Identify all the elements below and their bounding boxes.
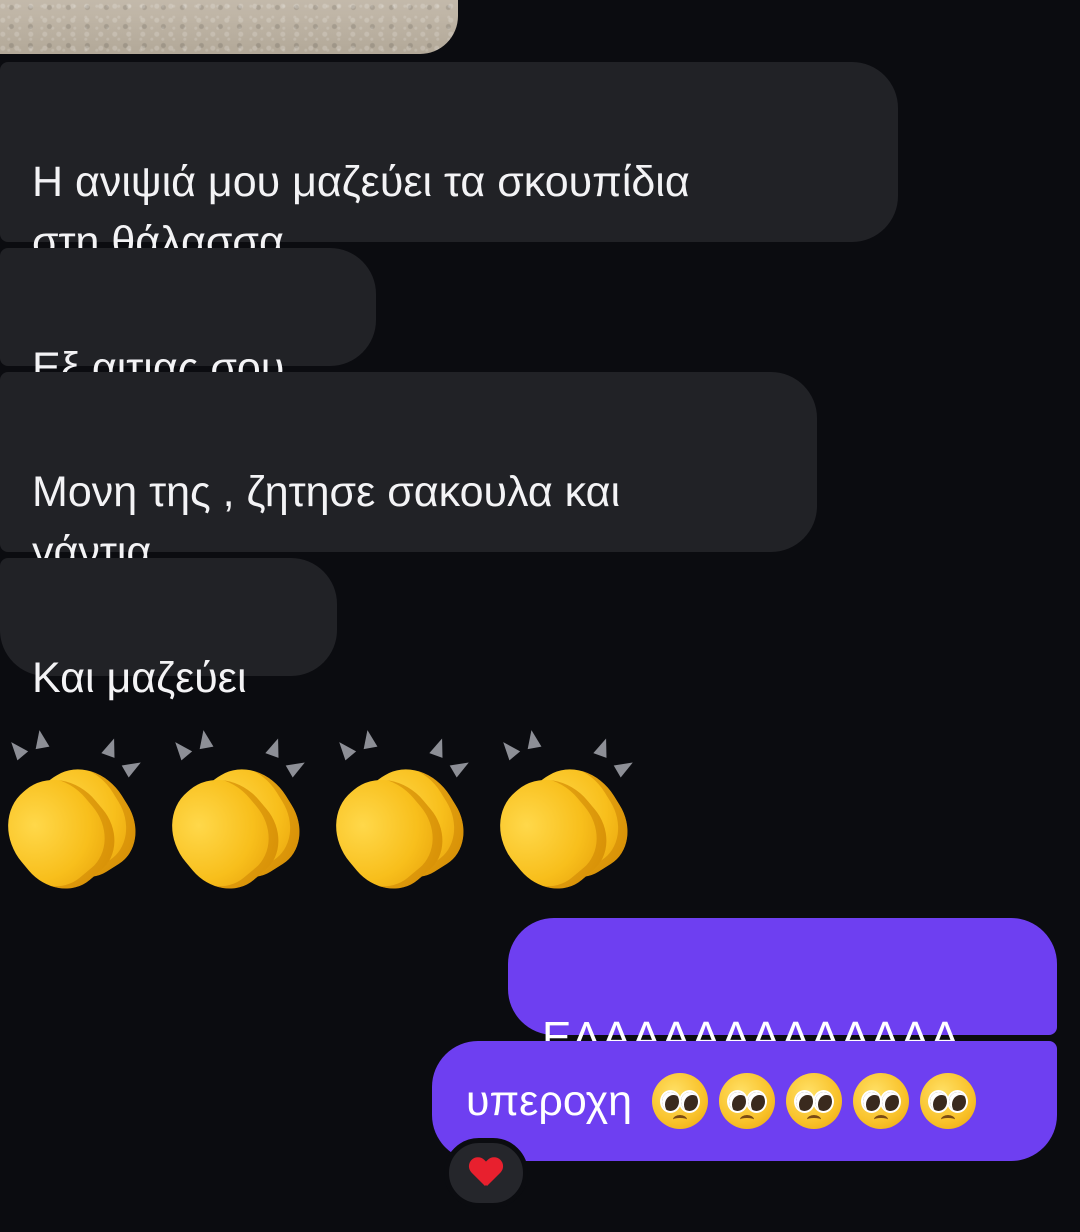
clapping-hands-icon <box>0 720 152 906</box>
pleading-face-icon <box>652 1073 709 1129</box>
received-message-bubble[interactable]: Εξ αιτιας σου <box>0 248 376 392</box>
received-message-bubble[interactable]: Μονη της , ζητησε σακουλα και γάντια <box>0 372 817 576</box>
sent-message-bubble[interactable]: υπεροχη <box>432 1041 1057 1161</box>
clapping-hands-icon <box>151 720 316 906</box>
heart-icon <box>470 1158 502 1188</box>
sent-message-bubble[interactable]: ΕΛΑΑΑΑΑΑΑΑΑΑΑΑ <box>508 918 1057 1062</box>
received-message-bubble[interactable]: Η ανιψιά μου μαζεύει τα σκουπίδια στη θά… <box>0 62 898 266</box>
clapping-hands-icon <box>479 720 644 906</box>
emoji-message[interactable] <box>0 720 644 906</box>
pleading-face-icon <box>719 1073 776 1129</box>
clapping-hands-icon <box>315 720 480 906</box>
pleading-face-emoji-group <box>652 1073 977 1129</box>
message-reaction[interactable] <box>444 1138 528 1208</box>
received-message-bubble[interactable]: Και μαζεύει <box>0 558 337 702</box>
pleading-face-icon <box>853 1073 910 1129</box>
image-message-thumbnail[interactable] <box>0 0 458 54</box>
message-text: υπεροχη <box>466 1077 633 1125</box>
pleading-face-icon <box>786 1073 843 1129</box>
message-text: Και μαζεύει <box>32 654 247 702</box>
pleading-face-icon <box>920 1073 977 1129</box>
